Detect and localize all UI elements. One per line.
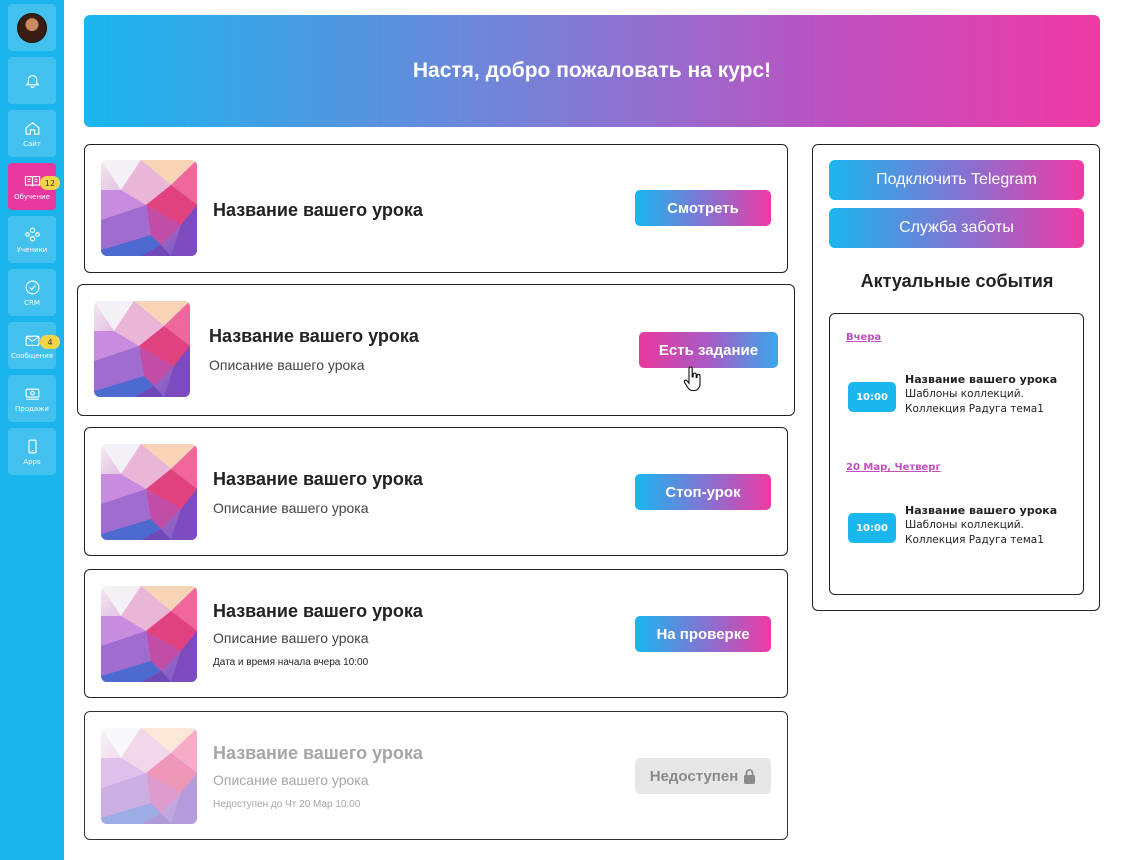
messages-count-badge: 4 [40,335,60,349]
sidebar-item-label: Продажи [15,404,49,413]
events-heading: Актуальные события [860,271,1054,291]
mail-icon [25,335,39,346]
lesson-description: Описание вашего урока [213,500,369,516]
sidebar-item-learning[interactable]: Обучение 12 [8,163,60,210]
users-icon [24,227,40,241]
unavailable-button: Недоступен [635,758,771,794]
connect-telegram-button[interactable]: Подключить Telegram [829,160,1084,200]
event-date-link[interactable]: Вчера [846,332,881,343]
profile-avatar-button[interactable] [8,4,56,51]
unavailable-button-label: Недоступен [649,767,739,785]
lesson-thumbnail[interactable] [101,586,197,682]
lesson-thumbnail [101,728,197,824]
bell-icon [24,74,40,89]
phone-icon [27,439,37,453]
check-circle-icon [25,280,39,294]
lesson-thumbnail[interactable] [101,444,197,540]
lesson-title[interactable]: Название вашего урока [213,469,423,490]
event-title[interactable]: Название вашего урока [905,373,1057,386]
event-description: Шаблоны коллекций. Коллекция Радуга тема… [905,388,1044,415]
event-time-badge: 10:00 [848,513,896,543]
sidebar-item-label: Сайт [23,139,41,148]
book-icon [24,175,40,187]
lesson-thumbnail[interactable] [94,301,190,397]
lesson-card-locked: Название вашего урока Описание вашего ур… [84,711,788,840]
lesson-thumbnail[interactable] [101,160,197,256]
sidebar-item-messages[interactable]: Сообщения 4 [8,322,60,369]
lesson-start-date: Дата и время начала вчера 10:00 [213,657,369,668]
lock-icon [744,768,756,784]
support-button[interactable]: Служба заботы [829,208,1084,248]
hand-cursor-icon [683,366,701,392]
learning-count-badge: 12 [40,176,60,190]
lesson-card: Название вашего урока Смотреть [84,144,788,273]
sidebar-item-label: Apps [23,457,41,466]
sidebar-item-site[interactable]: Сайт [8,110,56,157]
under-review-button[interactable]: На проверке [635,616,771,652]
event-title[interactable]: Название вашего урока [905,504,1057,517]
page-title: Настя, добро пожаловать на курс! [412,59,772,82]
lesson-description: Описание вашего урока [209,357,365,373]
lesson-card: Название вашего урока Описание вашего ур… [77,284,795,416]
sidebar-item-label: Сообщения [10,351,53,360]
sidebar: Сайт Обучение 12 Ученики CRM Сообщения 4… [0,0,64,860]
sidebar-item-students[interactable]: Ученики [8,216,56,263]
event-description: Шаблоны коллекций. Коллекция Радуга тема… [905,519,1044,546]
lesson-description: Описание вашего урока [213,630,369,646]
lesson-title[interactable]: Название вашего урока [209,326,419,347]
side-panel: Подключить Telegram Служба заботы Актуал… [812,144,1100,611]
avatar [17,12,47,43]
cash-icon [25,388,39,400]
lesson-title[interactable]: Название вашего урока [213,601,423,622]
lesson-unavailable-until: Недоступен до Чт 20 Мар 10:00 [213,799,361,810]
lesson-card: Название вашего урока Описание вашего ур… [84,569,788,698]
sidebar-item-sales[interactable]: Продажи [8,375,56,422]
home-icon [25,121,39,135]
events-list: Вчера 10:00 Название вашего урока Шаблон… [829,313,1084,595]
sidebar-item-label: Ученики [16,245,48,254]
sidebar-item-crm[interactable]: CRM [8,269,56,316]
lesson-title[interactable]: Название вашего урока [213,200,423,221]
lesson-description: Описание вашего урока [213,772,369,788]
welcome-banner: Настя, добро пожаловать на курс! [84,15,1100,127]
stop-lesson-button[interactable]: Стоп-урок [635,474,771,510]
sidebar-item-apps[interactable]: Apps [8,428,56,475]
event-date-link[interactable]: 20 Мар, Четверг [846,462,941,473]
lesson-title: Название вашего урока [213,743,423,763]
watch-button[interactable]: Смотреть [635,190,771,226]
event-time-badge: 10:00 [848,382,896,412]
notifications-button[interactable] [8,57,56,104]
lesson-card: Название вашего урока Описание вашего ур… [84,427,788,556]
sidebar-item-label: CRM [24,298,40,307]
has-task-button[interactable]: Есть задание [639,332,778,368]
sidebar-item-label: Обучение [14,192,50,201]
